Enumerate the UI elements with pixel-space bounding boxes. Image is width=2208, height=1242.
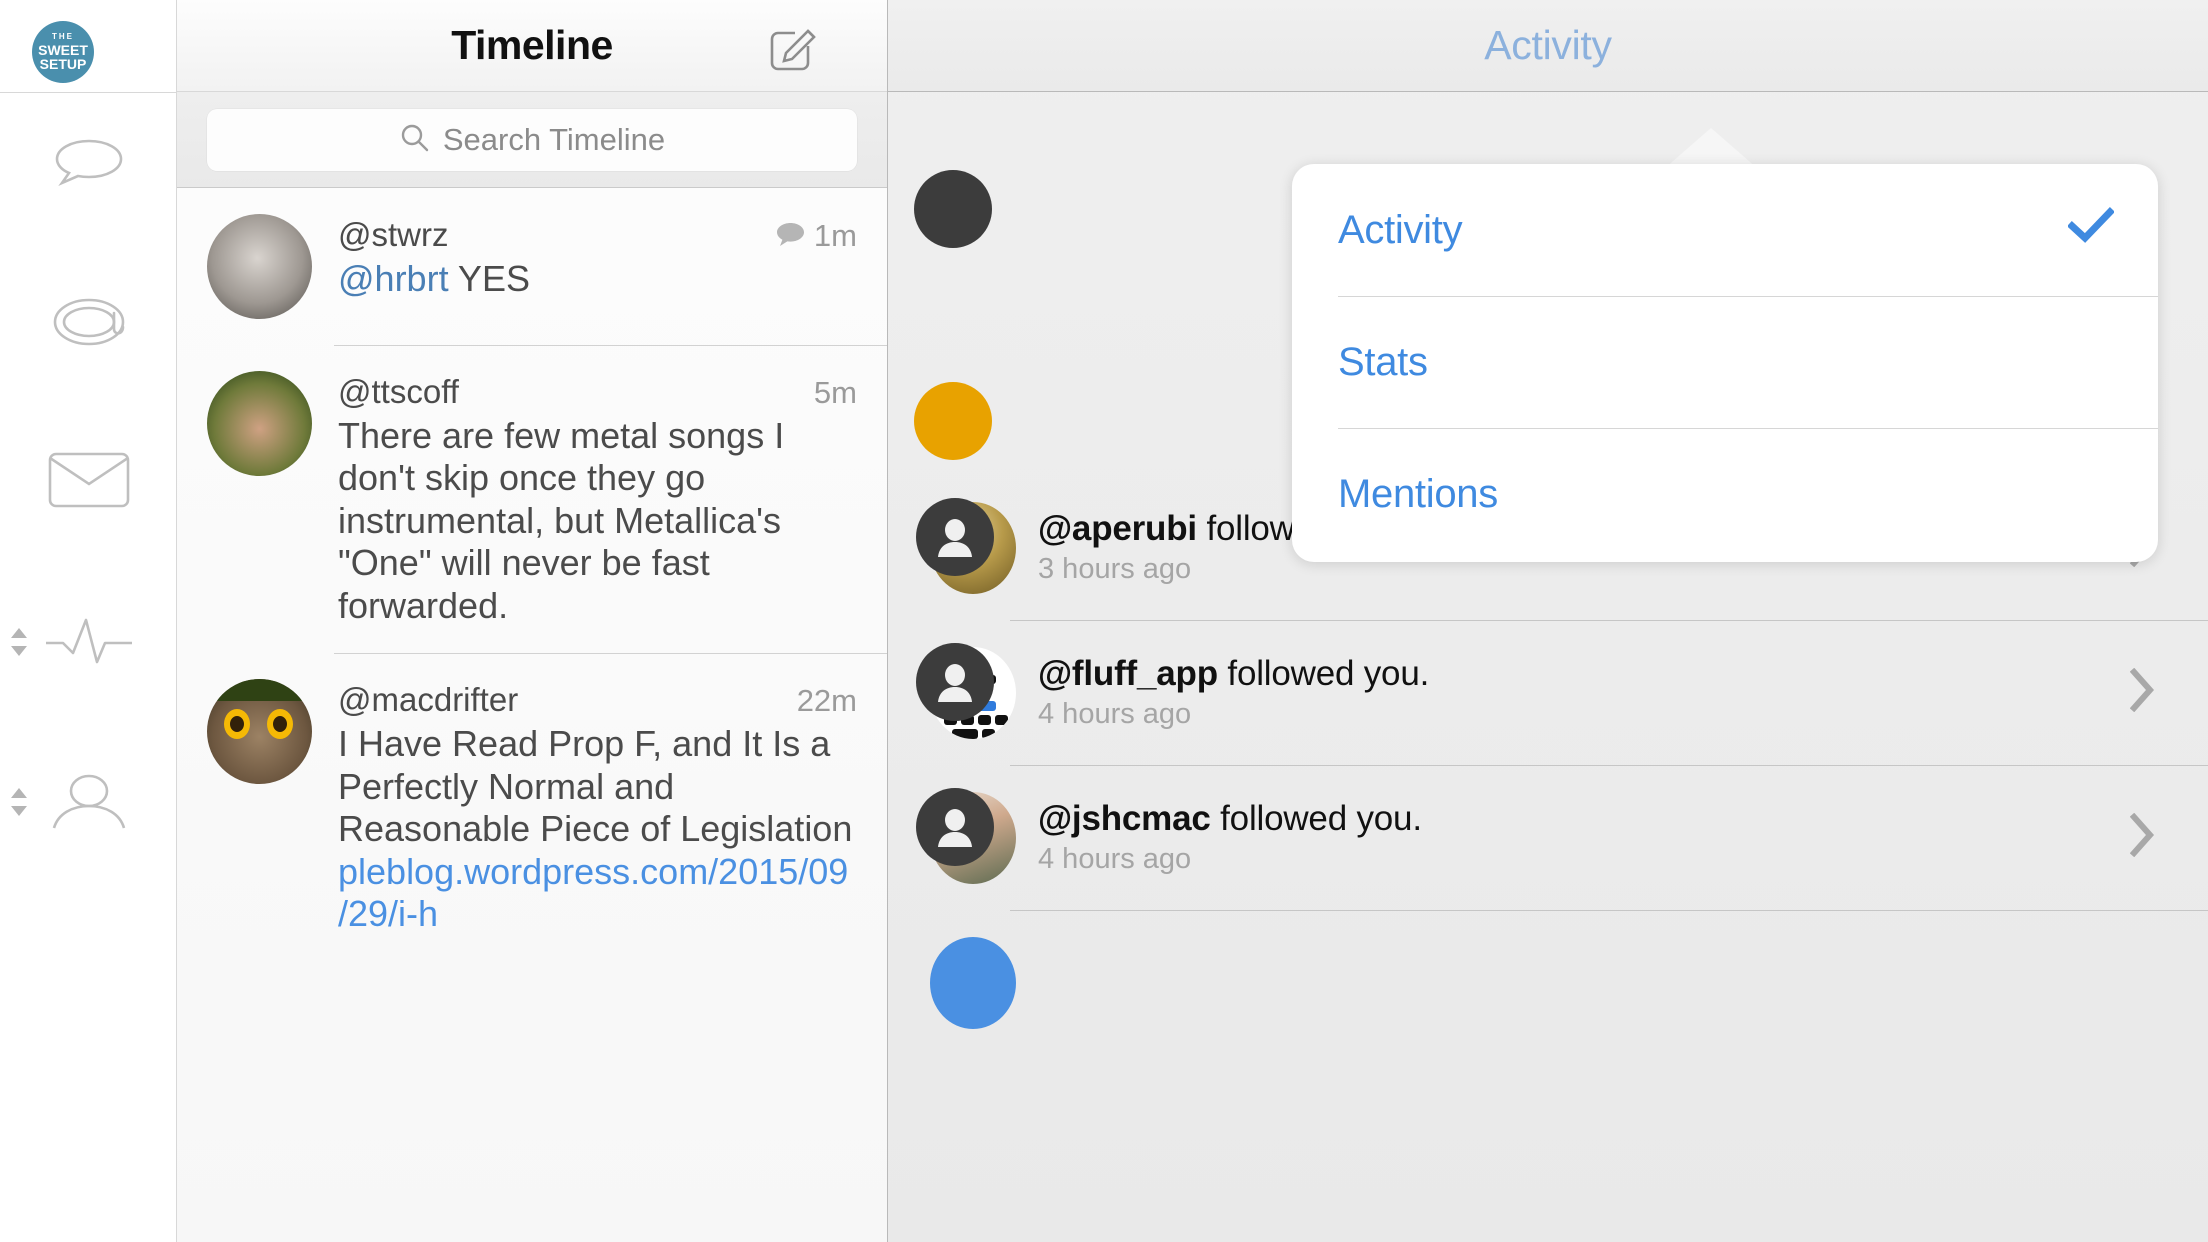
avatar-photo: [930, 936, 1016, 1029]
envelope-icon: [48, 452, 130, 508]
activity-text: @jshcmac followed you. 4 hours ago: [1038, 799, 2108, 876]
post-username[interactable]: @ttscoff: [338, 373, 459, 411]
person-icon: [50, 774, 128, 830]
person-badge-icon: [916, 642, 994, 721]
sidebar-item-profile[interactable]: [0, 752, 177, 852]
person-badge-icon: [916, 497, 994, 576]
activity-username[interactable]: @jshcmac: [1038, 799, 1211, 838]
stepper-updown-icon-2[interactable]: [8, 785, 30, 819]
timeline-search-bar: Search Timeline: [177, 92, 887, 188]
avatar[interactable]: [207, 679, 312, 785]
post-timestamp: 1m: [813, 218, 857, 253]
logo-line-setup: SETUP: [39, 56, 87, 72]
avatar[interactable]: [207, 214, 312, 319]
activity-username[interactable]: @aperubi: [1038, 509, 1197, 548]
activity-text: @fluff_app followed you. 4 hours ago: [1038, 654, 2108, 731]
reply-bubble-icon: [776, 218, 804, 254]
person-badge-icon: [916, 787, 994, 866]
avatar-art-eye-right: [267, 709, 293, 740]
timeline-column: Timeline Search Timeline @stwrz 1m @hrbr…: [177, 0, 888, 1242]
chevron-right-icon[interactable]: [2129, 812, 2164, 862]
activity-view-popover: Activity Stats Mentions: [1292, 164, 2158, 562]
pulse-line-icon: [45, 618, 132, 666]
avatar[interactable]: [916, 787, 1016, 888]
avatar[interactable]: [916, 642, 1016, 743]
app-logo[interactable]: THE SWEET SETUP: [32, 21, 94, 83]
speech-bubble-icon: [53, 137, 125, 191]
activity-item-partial[interactable]: [888, 910, 2208, 1055]
post-username[interactable]: @stwrz: [338, 216, 449, 254]
post-meta: 22m: [797, 683, 857, 719]
checkmark-icon: [2067, 207, 2115, 253]
activity-item[interactable]: @jshcmac followed you. 4 hours ago: [888, 765, 2208, 910]
post-timestamp: 22m: [796, 683, 857, 719]
timeline-post[interactable]: @ttscoff 5m There are few metal songs I …: [177, 345, 887, 653]
activity-line: @fluff_app followed you.: [1038, 654, 2108, 694]
left-sidebar: THE SWEET SETUP: [0, 0, 177, 1242]
avatar-art-eye-left: [224, 709, 250, 740]
post-mention[interactable]: @hrbrt: [338, 258, 449, 299]
logo-line-the: THE: [52, 32, 74, 41]
avatar-partially-hidden-2: [914, 382, 992, 460]
compose-pencil-icon: [767, 28, 819, 76]
chevron-right-icon[interactable]: [2129, 667, 2164, 717]
post-text: There are few metal songs I don't skip o…: [338, 415, 785, 626]
activity-timestamp: 4 hours ago: [1038, 698, 1192, 730]
activity-line: @jshcmac followed you.: [1038, 799, 2108, 839]
at-symbol-icon: [51, 291, 127, 353]
app-root: THE SWEET SETUP Timeline Search Timeline…: [0, 0, 2208, 1242]
avatar-partially-hidden: [914, 170, 992, 248]
post-body-text: I Have Read Prop F, and It Is a Perfectl…: [338, 723, 853, 850]
search-placeholder: Search Timeline: [442, 121, 666, 157]
activity-tab-button[interactable]: Activity: [1484, 22, 1612, 69]
sidebar-item-conversations[interactable]: [0, 114, 177, 214]
popover-option-label: Stats: [1338, 339, 1428, 384]
popover-option-mentions[interactable]: Mentions: [1292, 428, 2158, 560]
post-username[interactable]: @macdrifter: [338, 681, 518, 719]
avatar[interactable]: [916, 933, 1016, 1033]
timeline-header: Timeline: [177, 0, 887, 92]
popover-option-activity[interactable]: Activity: [1292, 164, 2158, 296]
sidebar-item-messages[interactable]: [0, 430, 177, 530]
stepper-updown-icon[interactable]: [8, 625, 30, 659]
post-timestamp: 5m: [813, 375, 857, 410]
popover-option-stats[interactable]: Stats: [1292, 296, 2158, 428]
activity-timestamp: 4 hours ago: [1038, 843, 1192, 875]
sidebar-item-mentions[interactable]: [0, 272, 177, 372]
activity-action: followed you.: [1217, 654, 1430, 693]
avatar-art-leaf: [207, 679, 312, 702]
timeline-post-list[interactable]: @stwrz 1m @hrbrt YES @ttscoff 5m There a…: [177, 188, 887, 1242]
avatar[interactable]: [916, 497, 1016, 598]
post-body-text: YES: [448, 258, 530, 299]
page-title: Timeline: [451, 22, 613, 68]
timeline-post[interactable]: @macdrifter 22m I Have Read Prop F, and …: [177, 653, 887, 961]
logo-line-sweet: SWEET: [38, 42, 88, 58]
post-meta: 5m: [814, 375, 857, 411]
timeline-post[interactable]: @stwrz 1m @hrbrt YES: [177, 188, 887, 345]
popover-option-label: Activity: [1338, 207, 1463, 252]
search-icon: [399, 122, 429, 157]
post-link[interactable]: pleblog.wordpress.com/2015/09/29/i-h: [338, 851, 848, 934]
sidebar-divider: [0, 92, 177, 93]
activity-action: followed you.: [1210, 799, 1422, 838]
compose-button[interactable]: [767, 20, 819, 72]
popover-arrow: [1665, 128, 1757, 168]
post-text: I Have Read Prop F, and It Is a Perfectl…: [338, 723, 857, 935]
post-text: @hrbrt YES: [338, 258, 857, 300]
post-meta: 1m: [776, 218, 857, 254]
activity-header: Activity: [888, 0, 2208, 92]
activity-item[interactable]: @fluff_app followed you. 4 hours ago: [888, 620, 2208, 765]
activity-username[interactable]: @fluff_app: [1038, 654, 1218, 693]
popover-option-label: Mentions: [1338, 471, 1498, 516]
search-input[interactable]: Search Timeline: [207, 108, 857, 171]
avatar[interactable]: [207, 371, 312, 476]
sidebar-item-activity[interactable]: [0, 592, 177, 692]
